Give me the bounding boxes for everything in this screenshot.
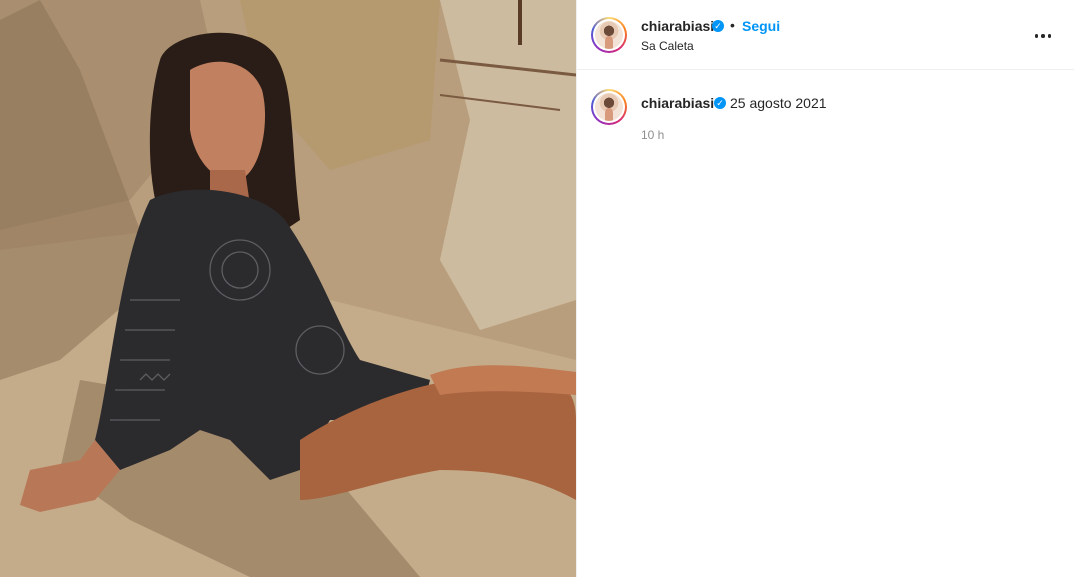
caption-username[interactable]: chiarabiasi bbox=[641, 94, 714, 112]
verified-badge-icon: ✓ bbox=[712, 20, 724, 32]
author-avatar[interactable] bbox=[591, 17, 627, 53]
post-sidebar: chiarabiasi ✓ • Segui Sa Caleta chiarabi… bbox=[576, 0, 1074, 577]
separator-dot: • bbox=[730, 17, 735, 33]
more-horizontal-icon[interactable] bbox=[1031, 24, 1055, 48]
follow-button[interactable]: Segui bbox=[742, 17, 780, 35]
location-link[interactable]: Sa Caleta bbox=[641, 38, 694, 54]
post-timestamp[interactable]: 10 h bbox=[641, 127, 664, 143]
author-username[interactable]: chiarabiasi bbox=[641, 17, 714, 35]
verified-badge-icon: ✓ bbox=[714, 97, 726, 109]
post-photo[interactable] bbox=[0, 0, 576, 577]
post-header: chiarabiasi ✓ • Segui Sa Caleta bbox=[577, 0, 1074, 70]
caption-text: 25 agosto 2021 bbox=[730, 95, 827, 111]
caption-author-avatar[interactable] bbox=[591, 89, 627, 125]
photo-illustration bbox=[0, 0, 576, 577]
post-view: chiarabiasi ✓ • Segui Sa Caleta chiarabi… bbox=[0, 0, 1074, 577]
